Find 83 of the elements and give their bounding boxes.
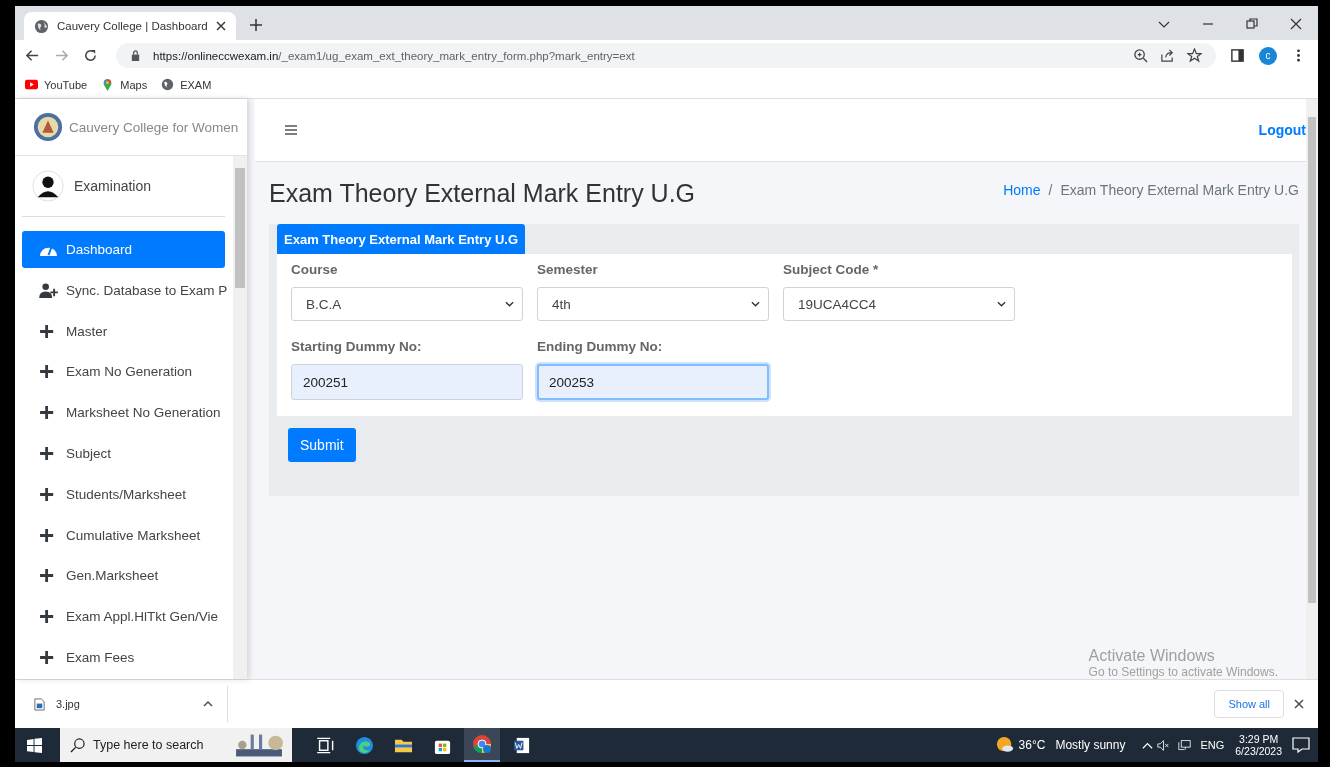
back-arrow-icon[interactable] [25, 48, 40, 63]
field-label: Semester [537, 262, 599, 277]
share-icon[interactable] [1160, 48, 1175, 63]
activation-title: Activate Windows [1088, 647, 1216, 665]
taskbar-search-field[interactable]: Type here to search [60, 728, 292, 762]
scrollbar[interactable] [1306, 99, 1318, 679]
bookmark[interactable]: YouTube [25, 78, 88, 91]
sidebar-item[interactable]: Exam Fees [22, 638, 225, 676]
form-tab[interactable]: Exam Theory External Mark Entry U.G [277, 224, 526, 254]
file-icon [33, 697, 46, 711]
chevron-down-icon [505, 301, 514, 307]
dropdown-field[interactable]: B.C.A [291, 287, 523, 321]
tab-title: Cauvery College | Dashboard [57, 20, 208, 32]
input-field[interactable]: 200253 [537, 364, 769, 400]
field-label: Course [291, 262, 339, 277]
chevron-down-icon [997, 301, 1006, 307]
scrollbar[interactable] [233, 156, 247, 679]
page-title: Exam Theory External Mark Entry U.G [269, 179, 696, 208]
search-icon [70, 737, 85, 753]
breadcrumb-link[interactable]: Home [1003, 182, 1041, 198]
logout-link[interactable]: Logout [1258, 122, 1306, 138]
new-tab-icon[interactable] [249, 19, 262, 31]
word-document-icon[interactable] [512, 735, 531, 755]
show-all-button[interactable]: Show all [1214, 690, 1284, 718]
profile-avatar[interactable]: c [1259, 46, 1277, 65]
temperature-text[interactable]: 36°C [1018, 738, 1046, 752]
reload-icon[interactable] [83, 48, 98, 63]
star-icon[interactable] [1187, 48, 1202, 63]
sidebar-item[interactable]: Marksheet No Generation [22, 394, 225, 432]
play-icon [25, 78, 38, 91]
bookmark[interactable]: Maps [101, 78, 148, 91]
field-label: Starting Dummy No: [291, 339, 423, 354]
chevron-down-icon [751, 301, 760, 307]
language-indicator[interactable]: ENG [1200, 739, 1225, 751]
close-icon[interactable] [1294, 699, 1304, 709]
muted-speaker-icon[interactable] [1157, 738, 1171, 752]
search-highlight-drawing [234, 732, 284, 758]
network-icon[interactable] [1178, 738, 1192, 752]
close-icon[interactable] [1290, 18, 1302, 30]
chrome-taskbar-button[interactable] [464, 728, 500, 762]
lock-icon [130, 50, 141, 61]
sidebar-item[interactable]: Exam No Generation [22, 353, 225, 391]
college-logo-icon [33, 112, 63, 142]
user-avatar-icon [32, 170, 64, 202]
download-item[interactable]: 3.jpg [33, 686, 228, 722]
breadcrumb-separator: / [1048, 182, 1053, 198]
bookmark[interactable]: EXAM [161, 78, 212, 91]
sidebar-item[interactable]: Master [22, 312, 225, 350]
sidebar-item[interactable]: Sync. Database to Exam P [22, 271, 225, 309]
globe-icon [34, 18, 49, 34]
clock[interactable]: 3:29 PM 6/23/2023 [1235, 733, 1282, 757]
sun-cloud-icon [995, 736, 1014, 754]
zoom-icon[interactable] [1133, 48, 1148, 63]
windows-start-icon[interactable] [27, 737, 42, 753]
breadcrumb-current: Exam Theory External Mark Entry U.G [1060, 182, 1299, 198]
notification-icon[interactable] [1292, 736, 1310, 754]
task-view-icon[interactable] [316, 735, 335, 755]
sidebar-item[interactable]: Exam Appl.HlTkt Gen/Vie [22, 598, 225, 636]
chrome-icon [472, 734, 492, 754]
sidebar-item[interactable]: Dashboard [22, 231, 225, 268]
activation-message: Go to Settings to activate Windows. [1088, 665, 1278, 679]
address-bar[interactable]: https://onlineccwexam.in/_exam1/ug_exam_ext_theory_mark_entry_form.php?mark_entry=ext [116, 43, 1216, 68]
browser-tab[interactable]: Cauvery College | Dashboard [24, 12, 236, 40]
weather-text[interactable]: Mostly sunny [1055, 738, 1126, 752]
close-icon[interactable] [215, 21, 226, 31]
dropdown-field[interactable]: 4th [537, 287, 769, 321]
sidebar-item[interactable]: Students/Marksheet [22, 475, 225, 513]
field-label: Ending Dummy No: [537, 339, 664, 354]
sidebar-item[interactable]: Cumulative Marksheet [22, 516, 225, 554]
sidebar-item[interactable]: Gen.Marksheet [22, 557, 225, 595]
side-panel-icon[interactable] [1230, 48, 1245, 63]
input-field[interactable]: 200251 [291, 364, 523, 400]
dropdown-field[interactable]: 19UCA4CC4 [783, 287, 1015, 321]
brand-name[interactable]: Cauvery College for Women [69, 119, 239, 135]
submit-button[interactable]: Submit [288, 428, 356, 462]
edge-browser-icon[interactable] [355, 735, 374, 755]
globe-icon [161, 78, 175, 91]
restore-icon[interactable] [1246, 18, 1258, 30]
user-name[interactable]: Examination [74, 178, 152, 194]
caret-up-icon [203, 699, 213, 709]
sidebar-item[interactable]: Subject [22, 435, 225, 472]
field-label: Subject Code * [783, 262, 880, 277]
user-plus-icon [39, 282, 58, 298]
